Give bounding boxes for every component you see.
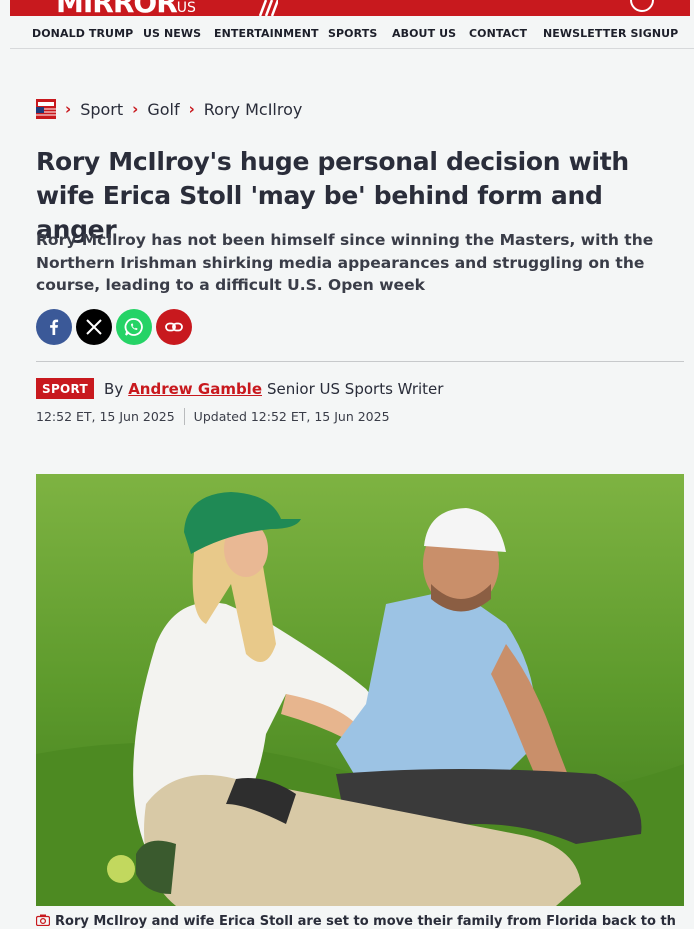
- nav-entertainment[interactable]: ENTERTAINMENT: [214, 27, 319, 40]
- byline-prefix: By: [104, 379, 124, 398]
- share-facebook-button[interactable]: [36, 309, 72, 345]
- breadcrumb: › Sport › Golf › Rory McIlroy: [36, 98, 302, 120]
- masthead: MIRRORUS: [0, 0, 694, 16]
- account-icon[interactable]: [630, 0, 654, 12]
- x-icon: [86, 319, 102, 335]
- hero-image[interactable]: [36, 474, 684, 906]
- copy-link-button[interactable]: [156, 309, 192, 345]
- nav-about-us[interactable]: ABOUT US: [392, 27, 456, 40]
- divider: [36, 361, 684, 362]
- nav-sports[interactable]: SPORTS: [328, 27, 377, 40]
- date-separator: [183, 408, 185, 425]
- article-dates: 12:52 ET, 15 Jun 2025 Updated 12:52 ET, …: [36, 408, 390, 425]
- article-standfirst: Rory McIlroy has not been himself since …: [36, 231, 654, 294]
- share-x-button[interactable]: [76, 309, 112, 345]
- logo-stripes-icon: [258, 0, 278, 16]
- author-title: Senior US Sports Writer: [267, 379, 444, 398]
- section-tag[interactable]: SPORT: [36, 378, 95, 399]
- author-link[interactable]: Andrew Gamble: [128, 380, 262, 398]
- top-nav: DONALD TRUMP US NEWS ENTERTAINMENT SPORT…: [10, 18, 694, 49]
- share-whatsapp-button[interactable]: [116, 309, 152, 345]
- nav-contact[interactable]: CONTACT: [469, 27, 527, 40]
- nav-us-news[interactable]: US NEWS: [143, 27, 201, 40]
- facebook-icon: [50, 319, 59, 335]
- published-date: 12:52 ET, 15 Jun 2025: [36, 409, 175, 424]
- golf-couple-photo: [36, 474, 684, 906]
- link-icon: [165, 322, 183, 332]
- nav-newsletter-signup[interactable]: NEWSLETTER SIGNUP: [543, 27, 678, 40]
- breadcrumb-sport[interactable]: Sport: [80, 100, 123, 119]
- whatsapp-icon: [124, 318, 143, 336]
- camera-icon: [36, 914, 50, 926]
- chevron-right-icon: ›: [132, 100, 139, 118]
- nav-donald-trump[interactable]: DONALD TRUMP: [32, 27, 133, 40]
- chevron-right-icon: ›: [188, 100, 195, 118]
- image-caption: Rory McIlroy and wife Erica Stoll are se…: [36, 914, 676, 929]
- chevron-right-icon: ›: [65, 100, 72, 118]
- breadcrumb-rory-mcilroy[interactable]: Rory McIlroy: [204, 100, 303, 119]
- mirror-us-home-icon[interactable]: [36, 99, 56, 119]
- mirror-logo[interactable]: MIRRORUS: [56, 0, 196, 16]
- breadcrumb-golf[interactable]: Golf: [147, 100, 179, 119]
- masthead-bar: MIRRORUS: [10, 0, 690, 16]
- share-bar: [36, 309, 192, 345]
- caption-text: Rory McIlroy and wife Erica Stoll are se…: [55, 914, 676, 929]
- updated-date: Updated 12:52 ET, 15 Jun 2025: [193, 409, 390, 424]
- byline: SPORT By Andrew Gamble Senior US Sports …: [36, 378, 443, 399]
